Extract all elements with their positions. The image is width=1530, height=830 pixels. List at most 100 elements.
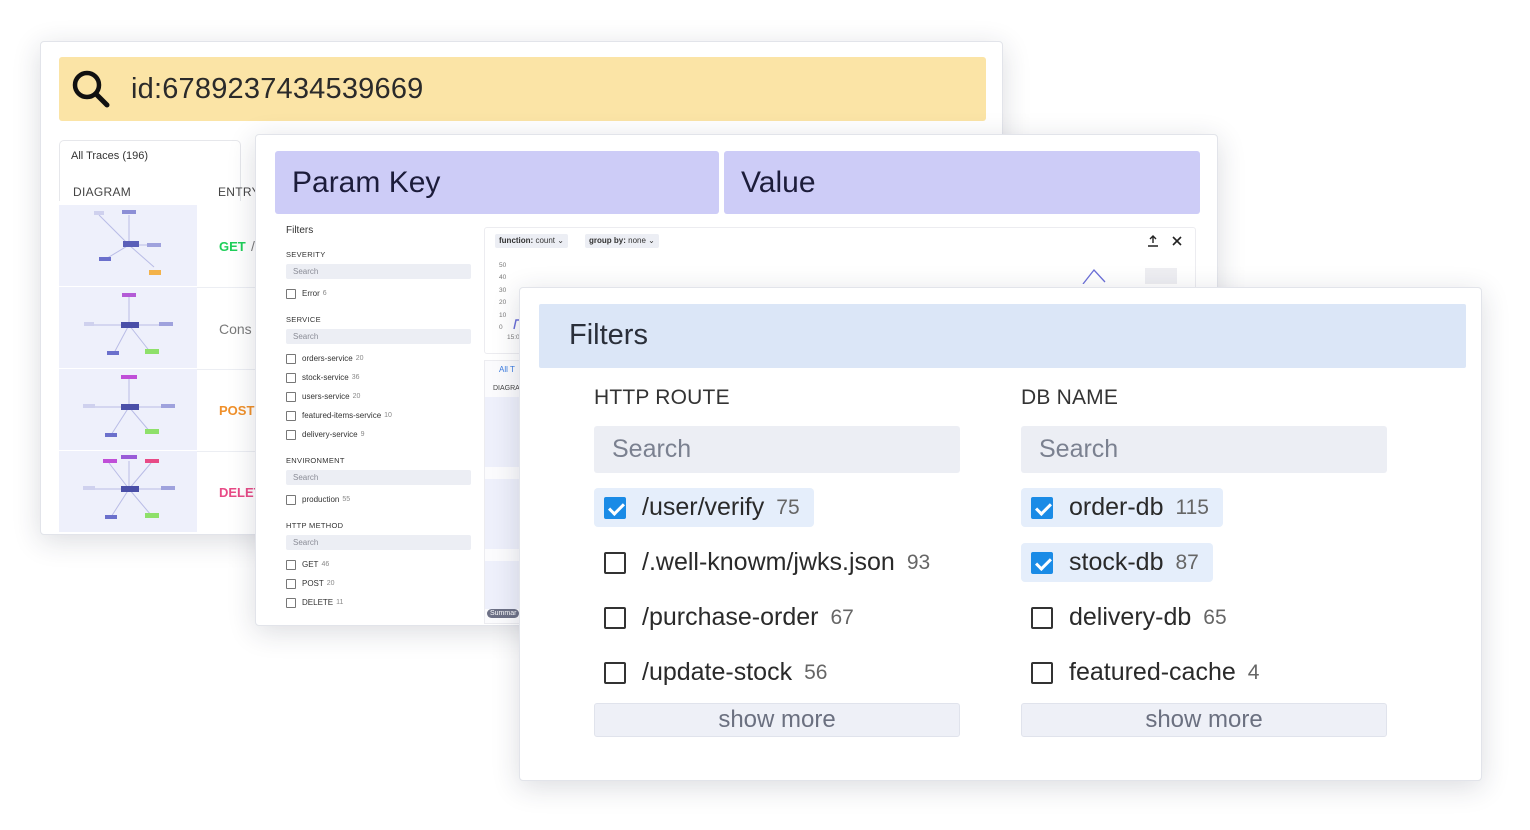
http-route-show-more-button[interactable]: show more (594, 703, 960, 737)
checkbox[interactable] (286, 391, 296, 402)
filter-option-label: featured-cache (1069, 658, 1236, 686)
y-tick: 20 (499, 299, 507, 306)
mini-filter-search-input[interactable]: Search (286, 470, 471, 485)
mini-filter-option-count: 36 (351, 374, 360, 381)
filter-option-label: delivery-db (1069, 603, 1192, 631)
filter-option-count: 65 (1203, 605, 1227, 629)
mini-filter-option-label: GET (302, 560, 319, 569)
function-dropdown-label: function: (499, 236, 534, 245)
filter-option-delivery-db[interactable]: delivery-db 65 (1021, 598, 1241, 637)
function-dropdown[interactable]: function: count ⌄ (495, 234, 568, 248)
close-icon[interactable] (1171, 235, 1183, 247)
y-tick: 40 (499, 274, 507, 281)
checkbox[interactable] (286, 578, 296, 589)
filter-option-user-verify[interactable]: /user/verify 75 (594, 488, 814, 527)
checkbox[interactable] (1031, 661, 1053, 684)
mini-filter-option-label: delivery-service (302, 430, 358, 439)
summary-badge: Summar (487, 609, 520, 618)
mini-filter-option[interactable]: users-service 20 (286, 387, 471, 406)
filter-group-title: HTTP ROUTE (594, 386, 730, 409)
filter-option-featured-cache[interactable]: featured-cache 4 (1021, 653, 1273, 692)
trace-diagram-thumbnail[interactable] (59, 451, 197, 532)
filter-option-update-stock[interactable]: /update-stock 56 (594, 653, 841, 692)
checkbox[interactable] (604, 606, 626, 629)
mini-filter-option-label: featured-items-service (302, 411, 382, 420)
mini-filter-option[interactable]: delivery-service 9 (286, 425, 471, 444)
y-tick: 0 (499, 324, 503, 331)
mini-filter-option[interactable]: production 55 (286, 490, 471, 509)
filter-option-purchase-order[interactable]: /purchase-order 67 (594, 598, 868, 637)
mini-filter-option-label: Error (302, 289, 320, 298)
checkbox[interactable] (604, 551, 626, 574)
checkbox[interactable] (286, 559, 296, 570)
mini-filter-option[interactable]: DELETE 11 (286, 593, 471, 612)
filter-option-order-db[interactable]: order-db 115 (1021, 488, 1223, 527)
mini-filter-option-count: 20 (352, 393, 361, 400)
column-header-entry: ENTRY (218, 185, 260, 199)
checkbox[interactable] (1031, 496, 1053, 519)
chart-hover-area (1145, 268, 1177, 284)
trace-entry-method: GET (219, 239, 246, 254)
checkbox[interactable] (604, 661, 626, 684)
checkbox[interactable] (286, 353, 296, 364)
filters-header: Filters (539, 304, 1466, 368)
function-dropdown-value: count (535, 236, 556, 245)
checkbox[interactable] (286, 372, 296, 383)
filter-option-stock-db[interactable]: stock-db 87 (1021, 543, 1213, 582)
mini-filter-option[interactable]: Error 6 (286, 284, 471, 303)
mini-filter-option[interactable]: orders-service 20 (286, 349, 471, 368)
filter-option-label: /.well-knowm/jwks.json (642, 548, 895, 576)
checkbox[interactable] (1031, 551, 1053, 574)
group-by-dropdown-value: none (628, 236, 646, 245)
mini-filter-option-label: POST (302, 579, 324, 588)
trace-entry-method: POST (219, 403, 255, 418)
trace-entry-method: Cons (219, 321, 252, 337)
trace-diagram-thumbnail[interactable] (59, 205, 197, 286)
filters-title: Filters (569, 319, 648, 351)
db-name-show-more-button[interactable]: show more (1021, 703, 1387, 737)
filter-option-label: stock-db (1069, 548, 1164, 576)
checkbox[interactable] (286, 597, 296, 608)
checkbox[interactable] (286, 429, 296, 440)
checkbox[interactable] (286, 288, 296, 299)
clipped-tab-label: All T (499, 365, 515, 374)
mini-filter-option-label: users-service (302, 392, 350, 401)
param-value-header: Value (724, 151, 1200, 214)
tab-all-traces-label: All Traces (196) (71, 150, 149, 162)
chevron-down-icon: ⌄ (557, 236, 564, 245)
mini-filter-option[interactable]: POST 20 (286, 574, 471, 593)
filter-option-count: 4 (1247, 660, 1260, 684)
mini-filter-option-count: 20 (355, 355, 364, 362)
mini-filter-search-input[interactable]: Search (286, 535, 471, 550)
filter-option-count: 56 (804, 660, 828, 684)
mini-filter-option-label: orders-service (302, 354, 353, 363)
trace-search-query[interactable]: id:6789237434539669 (131, 73, 423, 106)
filter-option-label: /purchase-order (642, 603, 819, 631)
mini-filter-option-count: 9 (360, 431, 365, 438)
checkbox[interactable] (1031, 606, 1053, 629)
mini-filter-option[interactable]: GET 46 (286, 555, 471, 574)
mini-filter-search-input[interactable]: Search (286, 329, 471, 344)
mini-filter-option-count: 10 (384, 412, 392, 419)
filter-option-count: 87 (1175, 550, 1199, 574)
mini-filter-option[interactable]: stock-service 36 (286, 368, 471, 387)
group-by-dropdown[interactable]: group by: none ⌄ (585, 234, 659, 248)
checkbox[interactable] (286, 410, 296, 421)
series-peak (1082, 268, 1106, 284)
mini-filter-option-count: 11 (336, 599, 344, 606)
filter-option-count: 93 (906, 550, 931, 574)
http-route-search-input[interactable]: Search (594, 426, 960, 473)
trace-diagram-thumbnail[interactable] (59, 369, 197, 450)
filters-panel: Filters HTTP ROUTE Search /user/verify 75… (519, 287, 1482, 781)
mini-filter-option[interactable]: featured-items-service 10 (286, 406, 471, 425)
db-name-search-input[interactable]: Search (1021, 426, 1387, 473)
trace-search-bar[interactable]: id:6789237434539669 (59, 57, 986, 121)
filter-option-label: order-db (1069, 493, 1164, 521)
trace-diagram-thumbnail[interactable] (59, 287, 197, 368)
checkbox[interactable] (604, 496, 626, 519)
checkbox[interactable] (286, 494, 296, 505)
mini-filter-search-input[interactable]: Search (286, 264, 471, 279)
filter-option-jwks[interactable]: /.well-knowm/jwks.json 93 (594, 543, 944, 582)
upload-icon[interactable] (1147, 235, 1159, 247)
clipped-column-label: DIAGRA (493, 385, 520, 392)
